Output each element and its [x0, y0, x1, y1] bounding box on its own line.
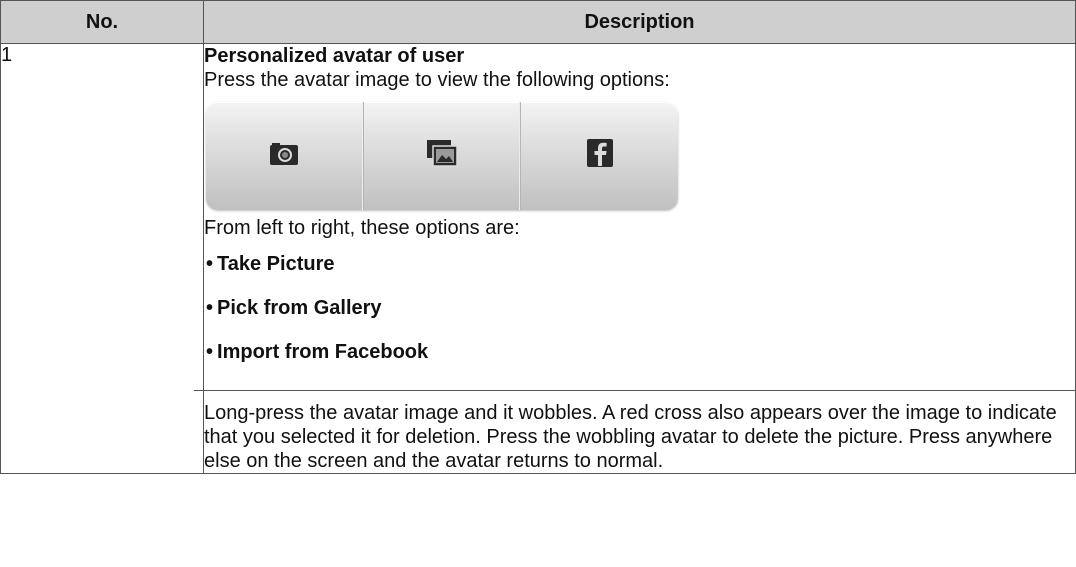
row-number: 1 — [0, 43, 204, 474]
facebook-icon — [586, 139, 613, 173]
option-label: Take Picture — [217, 253, 335, 275]
description-table: No. Description 1 Personalized avatar of… — [0, 0, 1076, 474]
options-lead: From left to right, these options are: — [204, 217, 520, 239]
bullet-icon: • — [206, 297, 214, 319]
table-row: 1 Personalized avatar of user Press the … — [0, 43, 1076, 474]
option-label: Pick from Gallery — [217, 297, 382, 319]
bullet-icon: • — [206, 341, 214, 363]
list-item: • Take Picture — [204, 252, 1075, 296]
import-facebook-option[interactable] — [521, 102, 678, 210]
avatar-title: Personalized avatar of user — [204, 45, 465, 67]
gallery-icon — [426, 139, 458, 173]
header-description: Description — [203, 0, 1076, 44]
bullet-icon: • — [206, 253, 214, 275]
row-description: Personalized avatar of user Press the av… — [194, 43, 1076, 474]
take-picture-option[interactable] — [206, 102, 364, 210]
camera-icon — [269, 140, 299, 172]
list-item: • Pick from Gallery — [204, 296, 1075, 340]
option-label: Import from Facebook — [217, 341, 429, 363]
options-list: • Take Picture • Pick from Gallery • Import… — [204, 252, 1075, 384]
list-item: • Import from Facebook — [204, 340, 1075, 384]
deletion-note: Long-press the avatar image and it wobbl… — [194, 390, 1076, 473]
pick-gallery-option[interactable] — [364, 102, 522, 210]
header-no: No. — [0, 0, 204, 44]
avatar-options-bar — [206, 102, 678, 210]
avatar-intro: Press the avatar image to view the follo… — [204, 69, 670, 91]
table-header-row: No. Description — [0, 0, 1076, 44]
